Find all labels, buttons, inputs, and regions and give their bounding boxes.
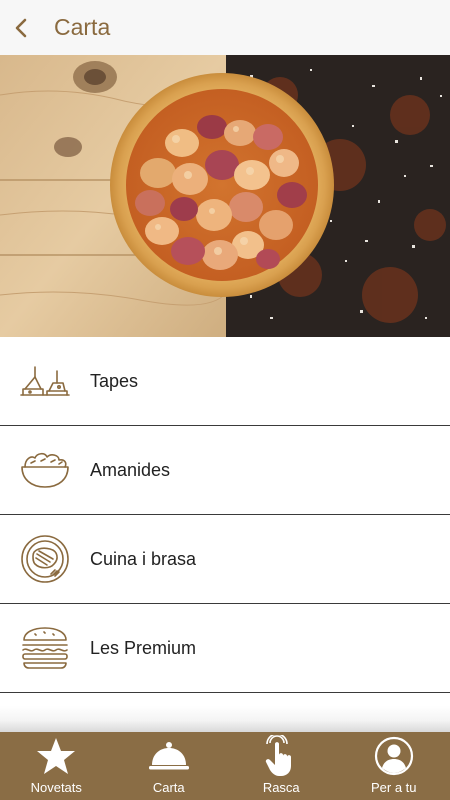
menu-item-label: Tapes bbox=[90, 370, 139, 391]
octopus-dish-photo bbox=[0, 55, 450, 337]
tab-carta[interactable]: Carta bbox=[113, 732, 226, 800]
grilled-steak-plate-icon bbox=[21, 535, 69, 583]
tab-label: Novetats bbox=[30, 780, 82, 795]
hand-tap-icon bbox=[266, 735, 292, 776]
menu-item-label: Cuina i brasa bbox=[90, 548, 197, 569]
salad-bowl-icon bbox=[21, 452, 69, 488]
hero-image bbox=[0, 55, 450, 337]
list-bottom-shadow bbox=[0, 706, 450, 732]
bottom-tab-bar: Novetats Carta Rasca Per a tu bbox=[0, 732, 450, 800]
tab-novetats[interactable]: Novetats bbox=[0, 732, 113, 800]
chevron-left-icon bbox=[15, 18, 27, 37]
tab-label: Carta bbox=[152, 780, 185, 795]
user-icon bbox=[374, 736, 413, 776]
menu-item-label: Les Premium bbox=[90, 637, 197, 658]
tab-rasca[interactable]: Rasca bbox=[225, 732, 338, 800]
star-icon bbox=[37, 738, 76, 774]
menu-category-list: Tapes Amanides Cuina i brasa Les Premium bbox=[0, 337, 450, 693]
tab-label: Rasca bbox=[262, 780, 300, 795]
menu-item-label: Amanides bbox=[90, 459, 171, 480]
tab-per-a-tu[interactable]: Per a tu bbox=[338, 732, 450, 800]
top-app-bar: Carta bbox=[0, 0, 450, 55]
menu-item-amanides[interactable]: Amanides bbox=[0, 426, 450, 515]
menu-item-cuina-i-brasa[interactable]: Cuina i brasa bbox=[0, 515, 450, 604]
cloche-icon bbox=[148, 742, 189, 770]
tapas-icon bbox=[20, 366, 70, 396]
menu-item-les-premium[interactable]: Les Premium bbox=[0, 604, 450, 693]
tab-label: Per a tu bbox=[370, 780, 417, 795]
menu-item-tapes[interactable]: Tapes bbox=[0, 337, 450, 426]
burger-icon bbox=[22, 627, 68, 669]
page-title: Carta bbox=[54, 14, 111, 40]
back-button[interactable] bbox=[2, 0, 40, 55]
